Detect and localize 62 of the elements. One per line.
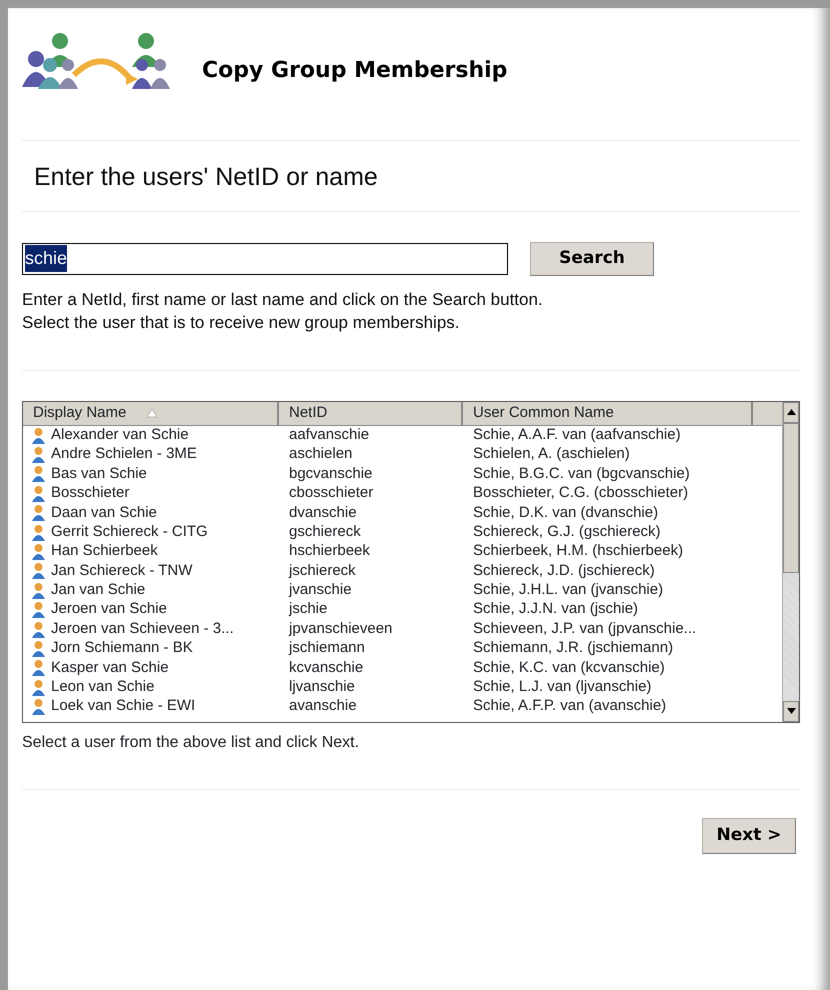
scrollbar[interactable] xyxy=(782,402,799,722)
user-icon xyxy=(31,620,46,638)
table-cell-text: jvanschie xyxy=(288,580,353,600)
table-cell-text: Schie, A.A.F. van (aafvanschie) xyxy=(472,424,682,445)
table-cell-text: Schie, L.J. van (ljvanschie) xyxy=(472,677,652,698)
scroll-down-button[interactable] xyxy=(783,700,799,722)
table-cell-text: Schie, K.C. van (kcvanschie) xyxy=(472,658,666,678)
table-cell-text: avanschie xyxy=(288,696,358,716)
down-arrow-icon xyxy=(786,708,796,714)
user-icon xyxy=(31,640,46,657)
column-header[interactable]: User Common Name xyxy=(463,402,753,424)
table-cell-text: gschiereck xyxy=(288,522,362,542)
table-cell-text: Schielen, A. (aschielen) xyxy=(472,444,631,464)
user-icon xyxy=(31,659,46,676)
user-icon xyxy=(31,446,46,464)
table-cell-text: jschie xyxy=(288,599,328,620)
up-arrow-icon xyxy=(786,409,796,415)
hint-text: Select a user from the above list and click Next. xyxy=(22,732,360,752)
table-cell-text: Schie, J.J.N. van (jschie) xyxy=(472,599,640,620)
table-cell-text: Schiemann, J.R. (jschiemann) xyxy=(472,638,674,658)
table-cell-text: aschielen xyxy=(288,444,354,464)
user-icon xyxy=(31,524,46,541)
table-cell-text: Schieveen, J.P. van (jpvanschie... xyxy=(472,618,698,639)
table-cell-text: Schiereck, J.D. (jschiereck) xyxy=(472,560,656,581)
column-header[interactable]: Display Name xyxy=(23,402,279,424)
instruction-text: Enter a NetId, first name or last name and click on the Search button. xyxy=(22,288,544,310)
user-icon xyxy=(31,504,46,522)
table-cell-text: bgcvanschie xyxy=(288,464,374,484)
table-cell-text: Schiereck, G.J. (gschiereck) xyxy=(472,522,662,542)
user-icon xyxy=(31,601,46,618)
scroll-thumb[interactable] xyxy=(783,422,799,572)
user-icon xyxy=(31,582,46,599)
section-title: Enter the users' NetID or name xyxy=(33,162,379,193)
user-icon xyxy=(31,543,46,560)
table-cell-text: dvanschie xyxy=(288,502,358,523)
table-cell-text: aafvanschie xyxy=(288,424,370,445)
table-cell-text: jpvanschieveen xyxy=(288,618,394,639)
table-cell-text: Schie, J.H.L. van (jvanschie) xyxy=(472,580,664,600)
next-button[interactable]: Next > xyxy=(702,818,796,854)
table-cell-text: Schie, D.K. van (dvanschie) xyxy=(472,502,660,523)
user-icon xyxy=(31,678,46,696)
search-button[interactable]: Search xyxy=(530,242,654,276)
table-cell-text: cbosschieter xyxy=(288,483,374,504)
table-cell-text: Schie, B.G.C. van (bgcvanschie) xyxy=(472,464,691,484)
table-cell-text: Schierbeek, H.M. (hschierbeek) xyxy=(472,541,684,562)
user-icon xyxy=(31,465,46,482)
table-cell-text: jschiereck xyxy=(288,560,357,581)
table-cell-text: ljvanschie xyxy=(288,677,356,698)
user-icon xyxy=(31,484,46,502)
user-icon xyxy=(31,698,46,716)
table-cell-text: Schie, A.F.P. van (avanschie) xyxy=(472,696,668,716)
table-cell-text: kcvanschie xyxy=(288,658,364,678)
user-icon xyxy=(31,426,46,444)
instruction-text: Select the user that is to receive new group memberships. xyxy=(22,312,460,334)
scroll-up-button[interactable] xyxy=(783,402,799,422)
table-cell-text: hschierbeek xyxy=(288,541,371,562)
column-header[interactable]: NetID xyxy=(279,402,463,424)
page-title: Copy Group Membership xyxy=(202,56,508,84)
user-icon xyxy=(31,562,46,580)
table-cell-text: Bosschieter, C.G. (cbosschieter) xyxy=(472,483,690,504)
table-cell-text: jschiemann xyxy=(288,638,366,658)
search-field[interactable]: schie xyxy=(22,242,508,274)
